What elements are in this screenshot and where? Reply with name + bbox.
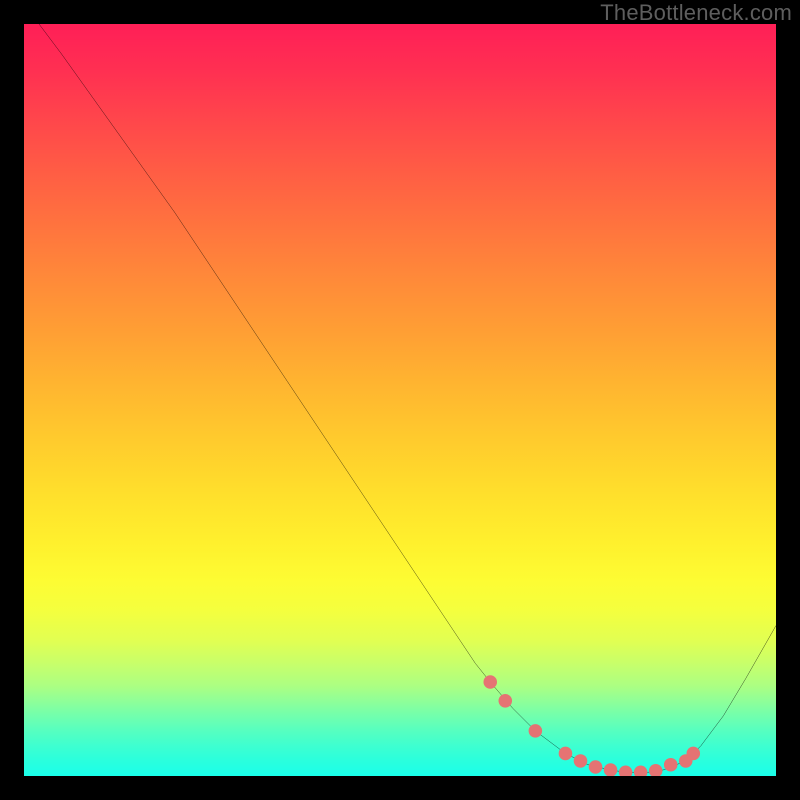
highlight-dot xyxy=(619,765,633,776)
highlight-dot xyxy=(634,765,648,776)
highlight-dot xyxy=(687,747,701,761)
highlight-dot xyxy=(604,763,618,776)
highlight-dot xyxy=(499,694,513,708)
bottleneck-curve xyxy=(39,24,776,772)
highlight-dot xyxy=(574,754,588,768)
curve-layer xyxy=(24,24,776,776)
highlight-dot xyxy=(664,758,678,772)
chart-stage: TheBottleneck.com xyxy=(0,0,800,800)
highlight-dot xyxy=(559,747,573,761)
watermark-text: TheBottleneck.com xyxy=(600,0,792,26)
highlight-dot xyxy=(649,764,663,776)
highlight-dot xyxy=(483,675,497,689)
highlight-dot xyxy=(589,760,603,774)
highlight-dot xyxy=(529,724,543,738)
highlight-dots xyxy=(483,675,700,776)
plot-area xyxy=(24,24,776,776)
